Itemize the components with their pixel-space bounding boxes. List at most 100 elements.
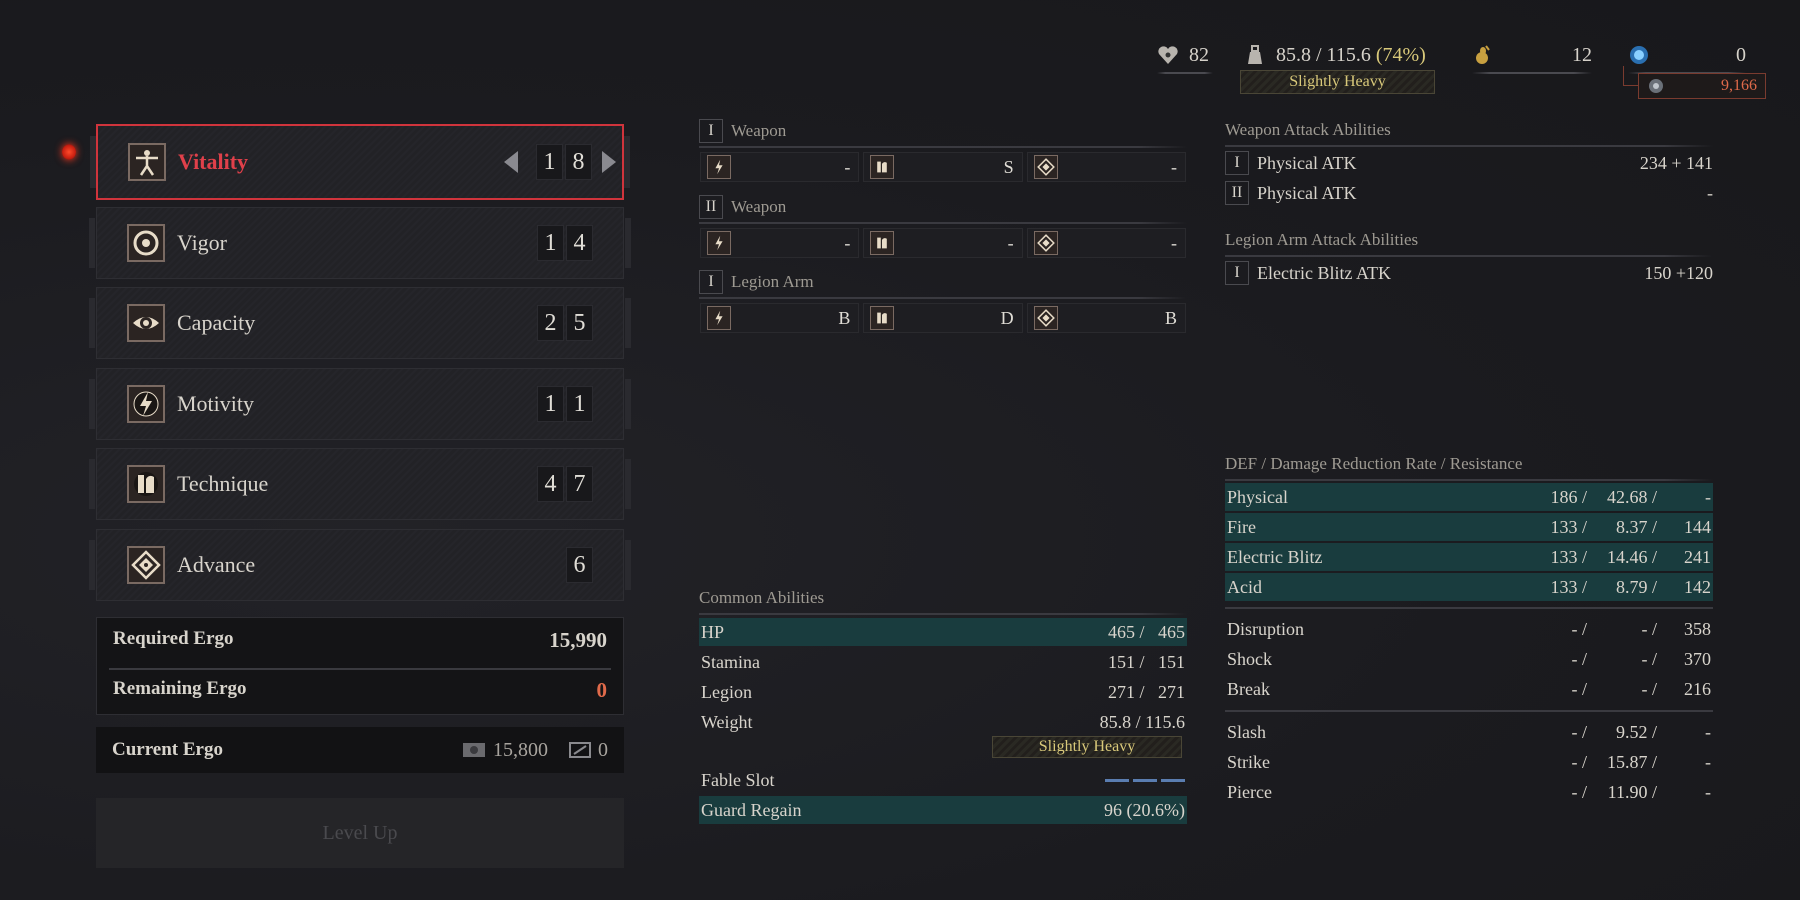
weight-percent: (74%) — [1375, 43, 1426, 66]
stat-row-capacity[interactable]: Capacity 2 5 — [89, 287, 631, 359]
level-value: 82 — [1189, 43, 1209, 66]
defense-row-fire: Fire 133 / 8.37 / 144 — [1225, 513, 1713, 541]
heart-level-icon — [1158, 46, 1178, 64]
remaining-ergo-label: Remaining Ergo — [113, 678, 247, 699]
weight-value: 85.8 / 115.6 — [1276, 43, 1371, 66]
current-ergo-value: 15,800 — [493, 738, 548, 761]
scaling-row: B D B — [700, 303, 1186, 333]
defense-row-break: Break - / - / 216 — [1227, 678, 1711, 699]
stat-row-advance[interactable]: Advance 6 — [89, 529, 631, 601]
stat-label: Advance — [177, 552, 256, 577]
ability-row-weight: Weight 85.8 / 115.6 — [701, 711, 1185, 732]
technique-icon — [870, 231, 895, 255]
diamond-icon — [127, 546, 165, 584]
consumable-stat: 12 — [1472, 40, 1592, 74]
advance-icon — [1033, 155, 1058, 179]
increase-arrow-icon[interactable] — [602, 151, 616, 173]
technique-icon — [870, 306, 895, 330]
weight-status-badge: Slightly Heavy — [1240, 70, 1435, 94]
stat-row-vigor[interactable]: Vigor 1 4 — [89, 207, 631, 279]
defense-row-acid: Acid 133 / 8.79 / 142 — [1225, 573, 1713, 601]
attack-row: I Physical ATK 234 + 141 — [1225, 149, 1713, 177]
secondary-ergo-value: 0 — [598, 738, 608, 761]
stat-label: Capacity — [177, 310, 256, 335]
stat-value: 1 4 — [537, 225, 593, 261]
lightning-icon — [127, 385, 165, 423]
stat-label: Vitality — [178, 149, 249, 174]
current-ergo-row: Current Ergo 15,800 0 — [96, 727, 624, 773]
lost-ergo-connector — [1623, 66, 1639, 86]
weight-icon — [1248, 45, 1262, 64]
defense-row-physical: Physical 186 / 42.68 / - — [1225, 483, 1713, 511]
ability-row-fable-slot: Fable Slot — [699, 766, 1187, 794]
common-abilities-title: Common Abilities — [699, 588, 825, 607]
ergo-item-stat: 0 — [1628, 40, 1746, 74]
defense-title: DEF / Damage Reduction Rate / Resistance — [1225, 454, 1523, 473]
advance-icon — [1033, 306, 1058, 330]
attack-row: II Physical ATK - — [1225, 179, 1713, 207]
scaling-header-weapon-2: II Weapon — [699, 195, 786, 219]
defense-row-slash: Slash - / 9.52 / - — [1227, 721, 1711, 742]
stat-row-technique[interactable]: Technique 4 7 — [89, 448, 631, 520]
scaling-header-weapon-1: I Weapon — [699, 119, 786, 143]
divider — [1225, 607, 1713, 609]
stat-value: 6 — [566, 547, 593, 583]
ability-row-hp: HP 465 / 465 — [699, 618, 1187, 646]
stat-row-motivity[interactable]: Motivity 1 1 — [89, 368, 631, 440]
fable-slot-bars — [1105, 778, 1185, 782]
ergo-summary-panel: Required Ergo 15,990 Remaining Ergo 0 — [96, 617, 624, 715]
technique-icon — [870, 155, 895, 179]
decrease-arrow-icon[interactable] — [504, 151, 518, 173]
ability-row-guard-regain: Guard Regain 96 (20.6%) — [699, 796, 1187, 824]
divider — [1225, 710, 1713, 712]
stat-value: 4 7 — [537, 466, 593, 502]
lost-ergo-value: 9,166 — [1721, 77, 1757, 94]
defense-row-shock: Shock - / - / 370 — [1227, 648, 1711, 669]
required-ergo-label: Required Ergo — [113, 628, 234, 649]
ability-row-legion: Legion 271 / 271 — [701, 681, 1185, 702]
defense-row-electric-blitz: Electric Blitz 133 / 14.46 / 241 — [1225, 543, 1713, 571]
ergo-card-icon — [569, 742, 591, 758]
weapon-attack-title: Weapon Attack Abilities — [1225, 120, 1391, 139]
ergo-stack-icon — [463, 743, 485, 757]
stat-label: Motivity — [177, 391, 255, 416]
chess-icon — [127, 465, 165, 503]
defense-row-disruption: Disruption - / - / 358 — [1227, 618, 1711, 639]
defense-row-pierce: Pierce - / 11.90 / - — [1227, 781, 1711, 802]
motivity-icon — [707, 231, 731, 255]
remaining-ergo-value: 0 — [596, 678, 608, 702]
ability-row-stamina: Stamina 151 / 151 — [701, 651, 1185, 672]
vitruvian-icon — [128, 143, 166, 181]
defense-row-strike: Strike - / 15.87 / - — [1227, 751, 1711, 772]
scaling-row: - S - — [700, 152, 1186, 182]
weight-stat: 85.8 / 115.6 (74%) — [1244, 40, 1434, 70]
required-ergo-value: 15,990 — [549, 628, 607, 652]
advance-icon — [1033, 231, 1058, 255]
motivity-icon — [707, 155, 731, 179]
ergo-item-value: 0 — [1736, 43, 1746, 66]
eye-icon — [127, 304, 165, 342]
stat-value: 1 1 — [537, 386, 593, 422]
divider — [109, 668, 611, 670]
selection-indicator-icon — [62, 144, 76, 160]
stat-value: 2 5 — [537, 305, 593, 341]
consumable-value: 12 — [1572, 43, 1592, 66]
level-stat: 82 — [1157, 40, 1213, 74]
weight-status-badge: Slightly Heavy — [992, 736, 1182, 758]
legion-attack-title: Legion Arm Attack Abilities — [1225, 230, 1419, 249]
blue-ergo-icon — [1630, 46, 1648, 64]
scaling-header-legion-arm: I Legion Arm — [699, 270, 814, 294]
stat-label: Technique — [177, 471, 269, 496]
gold-item-icon — [1476, 45, 1490, 64]
vigor-circle-icon — [127, 224, 165, 262]
scaling-row: - - - — [700, 228, 1186, 258]
attack-row: I Electric Blitz ATK 150 +120 — [1225, 259, 1713, 287]
stat-value: 1 8 — [536, 144, 592, 180]
lost-ergo-box: 9,166 — [1638, 73, 1766, 99]
stat-row-vitality[interactable]: Vitality 1 8 — [90, 124, 630, 200]
lost-ergo-icon — [1649, 79, 1663, 93]
motivity-icon — [707, 306, 731, 330]
stat-label: Vigor — [177, 230, 228, 255]
level-up-button[interactable]: Level Up — [96, 798, 624, 868]
current-ergo-label: Current Ergo — [112, 739, 223, 760]
